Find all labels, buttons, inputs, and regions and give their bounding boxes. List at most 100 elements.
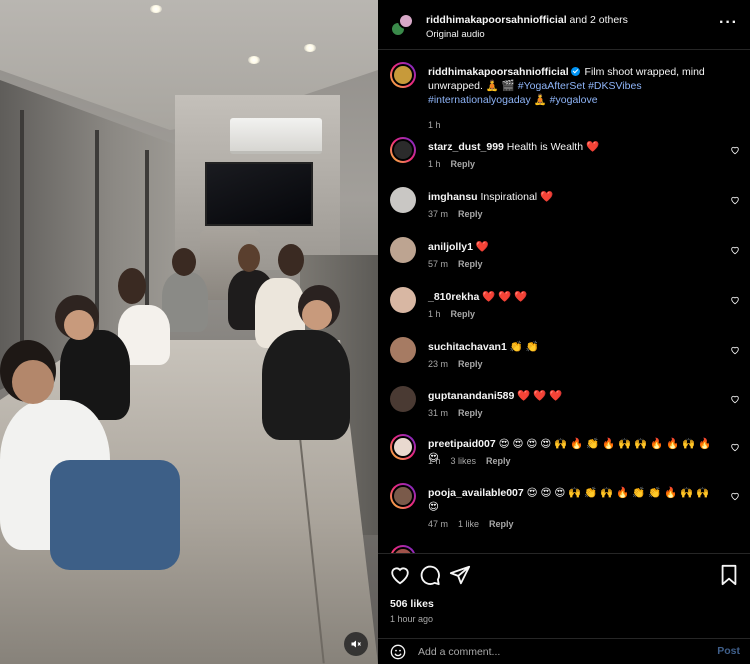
comment-body: ❤️ ❤️ ❤️: [517, 390, 563, 402]
comment-body: ❤️: [475, 241, 489, 253]
comment-avatar[interactable]: [390, 545, 416, 553]
media-scene-ac: [230, 118, 322, 154]
emoji-smiley-icon[interactable]: [390, 644, 406, 660]
post-media[interactable]: [0, 0, 378, 664]
caption-time[interactable]: 1 h: [428, 120, 441, 130]
comment-text: _810rekha ❤️ ❤️ ❤️: [428, 290, 718, 304]
wall-panel-seam: [20, 110, 24, 360]
likes-count[interactable]: 506 likes: [390, 598, 434, 610]
like-heart-icon[interactable]: [389, 564, 411, 586]
comment-item-partial: [378, 545, 750, 553]
like-comment-heart-icon[interactable]: [730, 491, 740, 501]
comment-bubble-icon[interactable]: [419, 564, 441, 586]
comment-username[interactable]: pooja_available007: [428, 487, 524, 499]
comment-time[interactable]: 1 h: [428, 159, 441, 169]
comment-meta: 57 m Reply: [428, 259, 493, 269]
like-comment-heart-icon[interactable]: [730, 145, 740, 155]
comment-item: suchitachavan1 👏 👏 23 m Reply: [378, 337, 750, 377]
comment-username[interactable]: preetipaid007: [428, 438, 496, 450]
comment-item: preetipaid007 😍 😍 😍 😍 🙌 🔥 👏 🔥 🙌 🙌 🔥 🔥 🙌 …: [378, 434, 750, 478]
comment-body: ❤️ ❤️ ❤️: [482, 291, 528, 303]
hashtag[interactable]: #DKSVibes: [588, 80, 642, 92]
comment-avatar[interactable]: [390, 137, 416, 163]
reply-button[interactable]: Reply: [489, 519, 514, 529]
comment-avatar[interactable]: [390, 386, 416, 412]
reply-button[interactable]: Reply: [451, 309, 476, 319]
caption-avatar[interactable]: [390, 62, 416, 88]
comment-text: suchitachavan1 👏 👏: [428, 340, 718, 354]
comment-text: starz_dust_999 Health is Wealth ❤️: [428, 140, 718, 154]
comment-username[interactable]: suchitachavan1: [428, 341, 507, 353]
comment-meta: 1 h 3 likes Reply: [428, 456, 521, 466]
comment-username[interactable]: imghansu: [428, 191, 478, 203]
comment-avatar[interactable]: [390, 483, 416, 509]
like-comment-heart-icon[interactable]: [730, 295, 740, 305]
save-bookmark-icon[interactable]: [718, 564, 740, 586]
person-head: [238, 244, 260, 272]
like-comment-heart-icon[interactable]: [730, 245, 740, 255]
comment-list[interactable]: riddhimakapoorsahniofficial Film shoot w…: [378, 51, 750, 553]
comment-time[interactable]: 47 m: [428, 519, 448, 529]
reply-button[interactable]: Reply: [486, 456, 511, 466]
comment-time[interactable]: 57 m: [428, 259, 448, 269]
like-comment-heart-icon[interactable]: [730, 394, 740, 404]
person-head: [118, 268, 146, 304]
hashtag[interactable]: #yogalove: [550, 94, 598, 106]
reply-button[interactable]: Reply: [458, 209, 483, 219]
like-comment-heart-icon[interactable]: [730, 345, 740, 355]
comment-composer: Post: [378, 638, 750, 664]
hashtag[interactable]: #internationalyogaday: [428, 94, 531, 106]
hashtag[interactable]: #YogaAfterSet: [518, 80, 585, 92]
comment-avatar[interactable]: [390, 237, 416, 263]
comment-time[interactable]: 31 m: [428, 408, 448, 418]
more-options-button[interactable]: ···: [719, 14, 738, 32]
comment-username[interactable]: _810rekha: [428, 291, 479, 303]
caption-username[interactable]: riddhimakapoorsahniofficial: [428, 66, 569, 78]
comment-text: imghansu Inspirational ❤️: [428, 190, 718, 204]
comment-avatar[interactable]: [390, 434, 416, 460]
share-paper-plane-icon[interactable]: [449, 564, 471, 586]
like-comment-heart-icon[interactable]: [730, 442, 740, 452]
caption: riddhimakapoorsahniofficial Film shoot w…: [378, 62, 750, 130]
ceiling-light: [150, 5, 162, 13]
reply-button[interactable]: Reply: [458, 259, 483, 269]
comment-input[interactable]: [418, 643, 688, 661]
comment-time[interactable]: 37 m: [428, 209, 448, 219]
comment-item: _810rekha ❤️ ❤️ ❤️ 1 h Reply: [378, 287, 750, 327]
comment-avatar[interactable]: [390, 187, 416, 213]
person-face: [302, 300, 332, 330]
comment-likes[interactable]: 1 like: [458, 519, 479, 529]
post-time[interactable]: 1 hour ago: [390, 614, 433, 624]
caption-emojis: 🧘 🎬: [485, 80, 515, 92]
comment-item: imghansu Inspirational ❤️ 37 m Reply: [378, 187, 750, 227]
comment-time[interactable]: 23 m: [428, 359, 448, 369]
person-silhouette: [262, 330, 350, 440]
comment-username[interactable]: aniljolly1: [428, 241, 473, 253]
collab-avatar-stack[interactable]: [390, 13, 416, 39]
comment-likes[interactable]: 3 likes: [451, 456, 477, 466]
person-head: [278, 244, 304, 276]
comment-avatar[interactable]: [390, 337, 416, 363]
more-horizontal-icon: ···: [719, 14, 738, 31]
header-username[interactable]: riddhimakapoorsahniofficial: [426, 14, 567, 26]
reply-button[interactable]: Reply: [458, 359, 483, 369]
comment-username[interactable]: starz_dust_999: [428, 141, 504, 153]
mute-button[interactable]: [344, 632, 368, 656]
comment-meta: 31 m Reply: [428, 408, 493, 418]
header-username-line[interactable]: riddhimakapoorsahniofficial and 2 others: [426, 14, 628, 26]
comment-username[interactable]: guptanandani589: [428, 390, 514, 402]
ceiling-light: [304, 44, 316, 52]
reply-button[interactable]: Reply: [458, 408, 483, 418]
comment-time[interactable]: 1 h: [428, 456, 441, 466]
comment-body: Inspirational ❤️: [480, 191, 554, 203]
comment-avatar[interactable]: [390, 287, 416, 313]
post-comment-button[interactable]: Post: [717, 645, 740, 657]
header-audio[interactable]: Original audio: [426, 29, 485, 40]
post-viewer: riddhimakapoorsahniofficial and 2 others…: [0, 0, 750, 664]
comment-time[interactable]: 1 h: [428, 309, 441, 319]
header-collab-suffix[interactable]: and 2 others: [570, 14, 628, 26]
like-comment-heart-icon[interactable]: [730, 195, 740, 205]
comment-item: starz_dust_999 Health is Wealth ❤️ 1 h Re…: [378, 137, 750, 177]
reply-button[interactable]: Reply: [451, 159, 476, 169]
comment-meta: 37 m Reply: [428, 209, 493, 219]
